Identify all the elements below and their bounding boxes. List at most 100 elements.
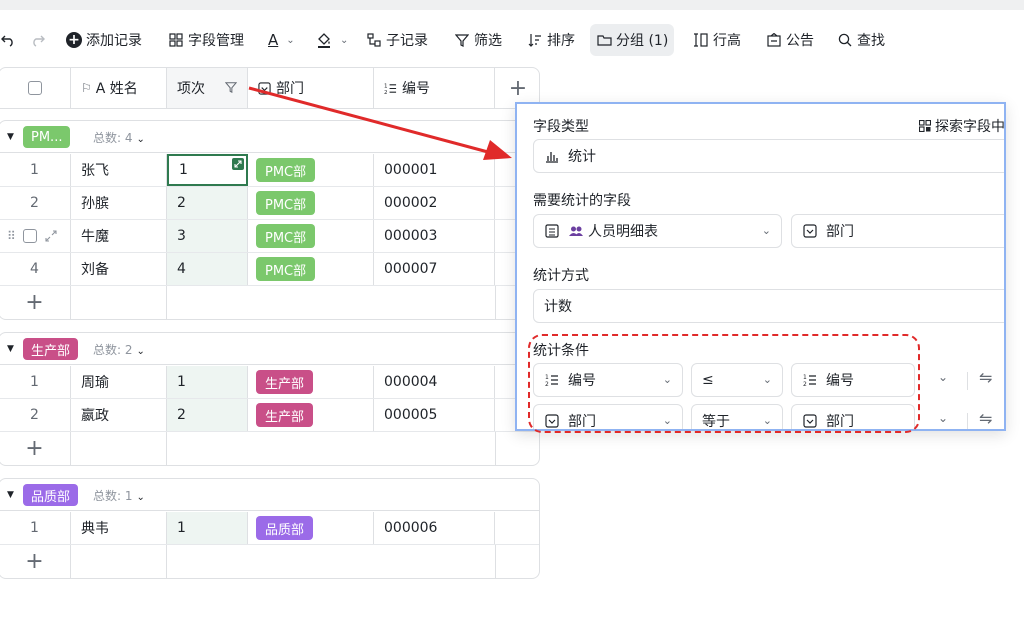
dept-cell[interactable]: PMC部 bbox=[248, 187, 374, 219]
undo-button[interactable] bbox=[0, 24, 20, 56]
single-select-icon bbox=[258, 81, 271, 95]
row-number: 1 bbox=[0, 512, 71, 544]
add-row-plus-icon[interactable]: + bbox=[0, 286, 71, 319]
code-cell[interactable]: 000006 bbox=[374, 512, 495, 544]
select-all-checkbox[interactable] bbox=[27, 81, 42, 95]
group-count[interactable]: 总数: 1 ⌄ bbox=[93, 487, 145, 504]
explore-fields-button[interactable]: 探索字段中 bbox=[919, 116, 1004, 136]
header-xiangci[interactable]: 项次 bbox=[167, 68, 248, 108]
table-row[interactable]: 2 孙膑 2 PMC部 000002 bbox=[0, 187, 539, 220]
group-header[interactable]: ▼ 品质部 总数: 1 ⌄ bbox=[0, 479, 539, 511]
table-row[interactable]: 1 典韦 1 品质部 000006 bbox=[0, 512, 539, 545]
table-row[interactable]: 1 张飞 1 PMC部 000001 bbox=[0, 154, 539, 187]
code-cell[interactable]: 000007 bbox=[374, 253, 495, 285]
row-checkbox[interactable] bbox=[22, 229, 37, 243]
dept-cell[interactable]: 生产部 bbox=[248, 399, 374, 431]
stat-table-select[interactable]: 人员明细表 ⌄ bbox=[533, 214, 782, 248]
grid-icon bbox=[168, 32, 184, 48]
chevron-down-icon[interactable]: ⌄ bbox=[938, 370, 948, 384]
xiangci-cell[interactable]: 1 bbox=[167, 366, 248, 398]
xiangci-cell-selected[interactable]: 1 bbox=[167, 154, 248, 186]
code-cell[interactable]: 000004 bbox=[374, 366, 495, 398]
single-select-icon bbox=[802, 223, 818, 239]
table-row[interactable]: 2 嬴政 2 生产部 000005 bbox=[0, 399, 539, 432]
table-row-hovered[interactable]: ⠿ 牛魔 3 PMC部 000003 bbox=[0, 220, 539, 253]
find-button[interactable]: 查找 bbox=[837, 24, 885, 56]
row-height-label: 行高 bbox=[713, 33, 741, 49]
code-cell[interactable]: 000002 bbox=[374, 187, 495, 219]
xiangci-cell[interactable]: 3 bbox=[167, 220, 248, 252]
add-row[interactable]: + bbox=[0, 545, 539, 578]
dept-cell[interactable]: 品质部 bbox=[248, 512, 374, 544]
name-cell[interactable]: 周瑜 bbox=[71, 366, 167, 398]
row-number: 2 bbox=[0, 399, 71, 431]
filter-button[interactable]: 筛选 bbox=[454, 24, 502, 56]
group-header[interactable]: ▼ 生产部 总数: 2 ⌄ bbox=[0, 333, 539, 365]
name-cell[interactable]: 张飞 bbox=[71, 154, 167, 186]
group-button[interactable]: 分组 (1) bbox=[590, 24, 675, 56]
expand-icon[interactable] bbox=[232, 158, 244, 170]
swap-icon[interactable]: ⇋ bbox=[979, 409, 992, 428]
table-row[interactable]: 1 周瑜 1 生产部 000004 bbox=[0, 366, 539, 399]
text-color-button[interactable]: A ⌄ bbox=[268, 24, 295, 56]
divider bbox=[967, 413, 968, 429]
group-header[interactable]: ▼ PM... 总数: 4 ⌄ bbox=[0, 121, 539, 153]
chevron-down-icon: ⌄ bbox=[136, 134, 145, 145]
collapse-triangle-icon[interactable]: ▼ bbox=[7, 344, 14, 354]
add-row[interactable]: + bbox=[0, 432, 539, 465]
header-code[interactable]: 12 编号 bbox=[374, 68, 495, 108]
stat-field-value: 部门 bbox=[826, 224, 854, 240]
header-dept-label: 部门 bbox=[276, 81, 304, 97]
name-cell[interactable]: 孙膑 bbox=[71, 187, 167, 219]
annotation-dashed-box bbox=[528, 334, 920, 433]
field-manage-button[interactable]: 字段管理 bbox=[168, 24, 244, 56]
collapse-triangle-icon[interactable]: ▼ bbox=[7, 132, 14, 142]
code-cell[interactable]: 000005 bbox=[374, 399, 495, 431]
dept-cell[interactable]: 生产部 bbox=[248, 366, 374, 398]
add-row-divider bbox=[495, 545, 496, 578]
sort-icon bbox=[527, 32, 543, 48]
group-count[interactable]: 总数: 4 ⌄ bbox=[93, 129, 145, 146]
dept-cell[interactable]: PMC部 bbox=[248, 220, 374, 252]
name-cell[interactable]: 嬴政 bbox=[71, 399, 167, 431]
name-cell[interactable]: 牛魔 bbox=[71, 220, 167, 252]
redo-button[interactable] bbox=[30, 24, 50, 56]
add-row-plus-icon[interactable]: + bbox=[0, 545, 71, 578]
stat-field-select[interactable]: 部门 bbox=[791, 214, 1004, 248]
add-row-plus-icon[interactable]: + bbox=[0, 432, 71, 465]
collapse-triangle-icon[interactable]: ▼ bbox=[7, 490, 14, 500]
xiangci-cell[interactable]: 1 bbox=[167, 512, 248, 544]
header-dept[interactable]: 部门 bbox=[248, 68, 374, 108]
drag-handle-icon[interactable]: ⠿ bbox=[7, 229, 16, 243]
add-row[interactable]: + bbox=[0, 286, 539, 319]
name-cell[interactable]: 典韦 bbox=[71, 512, 167, 544]
xiangci-cell[interactable]: 2 bbox=[167, 187, 248, 219]
row-height-button[interactable]: 行高 bbox=[693, 24, 741, 56]
field-type-select[interactable]: 统计 bbox=[533, 139, 1004, 173]
filter-icon[interactable] bbox=[224, 81, 238, 97]
method-select[interactable]: 计数 bbox=[533, 289, 1004, 323]
code-cell[interactable]: 000003 bbox=[374, 220, 495, 252]
xiangci-cell[interactable]: 4 bbox=[167, 253, 248, 285]
xiangci-cell[interactable]: 2 bbox=[167, 399, 248, 431]
sub-record-button[interactable]: 子记录 bbox=[366, 24, 428, 56]
header-name[interactable]: ⚐ A 姓名 bbox=[71, 68, 167, 108]
redo-icon bbox=[30, 32, 46, 48]
swap-icon[interactable]: ⇋ bbox=[979, 368, 992, 387]
sort-button[interactable]: 排序 bbox=[527, 24, 575, 56]
dept-cell[interactable]: PMC部 bbox=[248, 253, 374, 285]
expand-row-icon[interactable] bbox=[45, 230, 57, 242]
table-row[interactable]: 4 刘备 4 PMC部 000007 bbox=[0, 253, 539, 286]
dept-cell[interactable]: PMC部 bbox=[248, 154, 374, 186]
notice-button[interactable]: 公告 bbox=[766, 24, 814, 56]
add-record-button[interactable]: + 添加记录 bbox=[66, 24, 142, 56]
chevron-down-icon[interactable]: ⌄ bbox=[938, 411, 948, 425]
group-count[interactable]: 总数: 2 ⌄ bbox=[93, 341, 145, 358]
group-tag: PM... bbox=[23, 126, 71, 148]
code-cell[interactable]: 000001 bbox=[374, 154, 495, 186]
fill-color-button[interactable]: ⌄ bbox=[316, 24, 348, 56]
group-count-label: 总数: 1 bbox=[93, 489, 133, 503]
name-cell[interactable]: 刘备 bbox=[71, 253, 167, 285]
add-row-divider bbox=[495, 432, 496, 465]
header-xiangci-label: 项次 bbox=[177, 81, 205, 97]
